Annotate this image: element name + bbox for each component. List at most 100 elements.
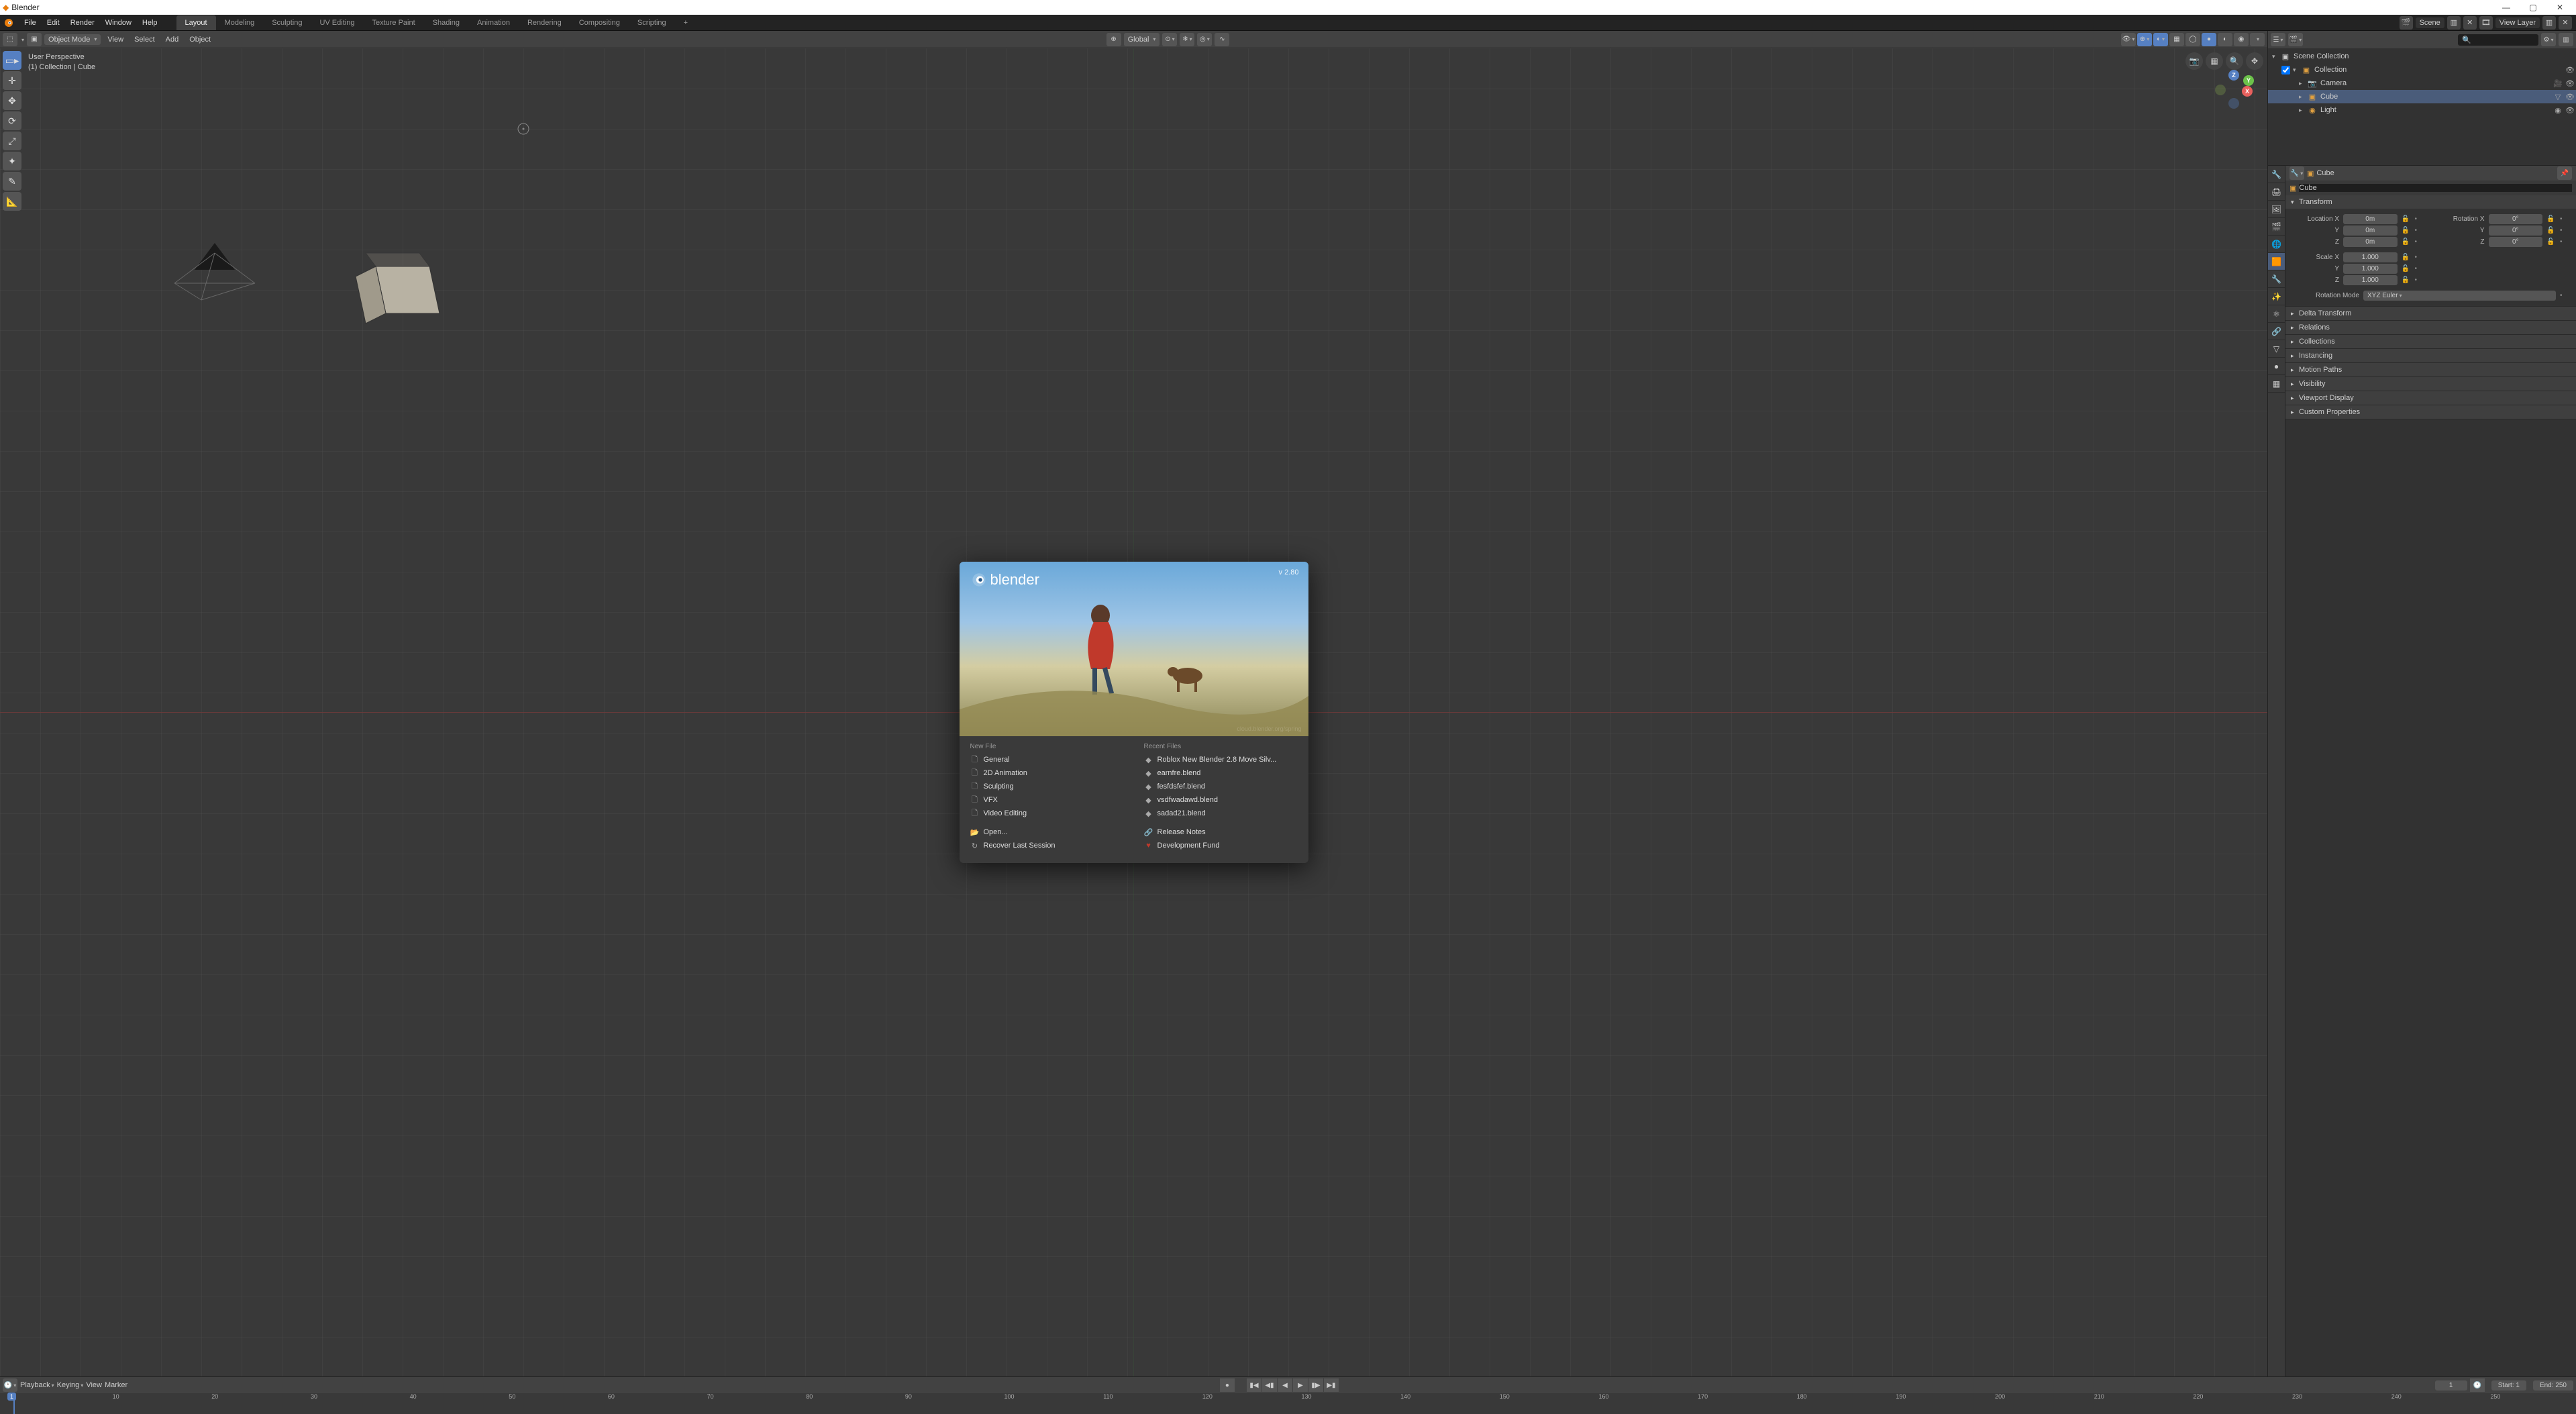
shading-matpreview-icon[interactable]: ◐ <box>2218 33 2232 46</box>
axis-z[interactable]: Z <box>2228 70 2239 81</box>
editor-type-chevron-icon[interactable] <box>20 36 24 44</box>
menu-render[interactable]: Render <box>65 16 100 30</box>
axis-neg-z[interactable] <box>2228 98 2239 109</box>
snap-icon[interactable]: ❄ <box>1180 33 1194 46</box>
playhead[interactable]: 1 <box>13 1393 15 1414</box>
tab-viewlayer[interactable]: 🖼 <box>2268 201 2285 218</box>
outliner-editor-icon[interactable]: ☰ <box>2271 33 2285 46</box>
start-frame-field[interactable]: Start: 1 <box>2491 1380 2526 1391</box>
blender-logo-icon[interactable] <box>3 17 15 29</box>
play-reverse-icon[interactable]: ◀ <box>1278 1378 1292 1392</box>
scene-browse-icon[interactable]: 🎬 <box>2400 16 2413 30</box>
timeline-editor-icon[interactable]: 🕐 <box>3 1378 17 1392</box>
disclosure-icon[interactable]: ▸ <box>2299 107 2307 114</box>
splash-recover[interactable]: ↻Recover Last Session <box>970 839 1124 852</box>
data-icon[interactable]: ▽ <box>2552 93 2564 101</box>
menu-window[interactable]: Window <box>100 16 137 30</box>
menu-help[interactable]: Help <box>137 16 163 30</box>
xray-icon[interactable]: ▦ <box>2169 33 2184 46</box>
panel-relations[interactable]: ▸Relations <box>2285 321 2576 334</box>
splash-new-sculpt[interactable]: 🗋Sculpting <box>970 780 1124 793</box>
workspace-uv[interactable]: UV Editing <box>311 15 363 30</box>
panel-viewport[interactable]: ▸Viewport Display <box>2285 391 2576 405</box>
outliner-item-cube[interactable]: ▸ ▣ Cube ▽ 👁 <box>2268 90 2576 103</box>
lock-icon[interactable]: 🔓 <box>2402 265 2411 272</box>
visibility-icon[interactable]: 👁 <box>2564 66 2576 74</box>
panel-custom[interactable]: ▸Custom Properties <box>2285 405 2576 419</box>
pin-icon[interactable]: 📌 <box>2557 166 2572 180</box>
splash-new-vfx[interactable]: 🗋VFX <box>970 793 1124 807</box>
workspace-shading[interactable]: Shading <box>424 15 468 30</box>
viewlayer-new-icon[interactable]: ▥ <box>2542 16 2556 30</box>
vp-menu-add[interactable]: Add <box>162 34 183 45</box>
tab-material[interactable]: ● <box>2268 358 2285 375</box>
panel-delta[interactable]: ▸Delta Transform <box>2285 307 2576 320</box>
jump-end-icon[interactable]: ▶▮ <box>1324 1378 1339 1392</box>
lock-icon[interactable]: 🔓 <box>2402 227 2411 234</box>
workspace-scripting[interactable]: Scripting <box>629 15 675 30</box>
tool-rotate[interactable]: ⟳ <box>3 111 21 130</box>
editor-type-icon[interactable]: ⬚ <box>3 33 17 46</box>
menu-file[interactable]: File <box>19 16 42 30</box>
tool-scale[interactable]: ⤢ <box>3 132 21 150</box>
splash-new-general[interactable]: 🗋General <box>970 753 1124 766</box>
menu-edit[interactable]: Edit <box>42 16 65 30</box>
visibility-icon[interactable]: 👁 <box>2564 79 2576 88</box>
mode-icon[interactable]: ▣ <box>27 33 42 46</box>
lock-icon[interactable]: 🔓 <box>2546 227 2556 234</box>
tab-world[interactable]: 🌐 <box>2268 236 2285 253</box>
splash-open[interactable]: 📂Open... <box>970 825 1124 839</box>
tl-menu-keying[interactable]: Keying <box>57 1381 84 1389</box>
properties-editor-icon[interactable]: 🔧 <box>2289 166 2304 180</box>
tab-particles[interactable]: ✨ <box>2268 288 2285 305</box>
orientation-icon[interactable]: ⊕ <box>1106 33 1121 46</box>
scale-z[interactable]: 1.000 <box>2343 275 2398 285</box>
camera-view-icon[interactable]: 📷 <box>2185 52 2203 70</box>
axis-y[interactable]: Y <box>2243 75 2254 86</box>
outliner-filter-icon[interactable]: ⚙ <box>2541 33 2556 46</box>
perspective-toggle-icon[interactable]: ▦ <box>2206 52 2223 70</box>
tool-measure[interactable]: 📐 <box>3 192 21 211</box>
workspace-sculpting[interactable]: Sculpting <box>263 15 311 30</box>
end-frame-field[interactable]: End: 250 <box>2533 1380 2573 1391</box>
object-name-field[interactable]: Cube <box>2299 184 2572 192</box>
data-icon[interactable]: 🎥 <box>2552 79 2564 88</box>
tab-data[interactable]: ▽ <box>2268 340 2285 358</box>
scale-y[interactable]: 1.000 <box>2343 264 2398 274</box>
workspace-layout[interactable]: Layout <box>176 15 216 30</box>
workspace-modeling[interactable]: Modeling <box>216 15 264 30</box>
close-button[interactable]: ✕ <box>2546 3 2573 12</box>
splash-release-notes[interactable]: 🔗Release Notes <box>1144 825 1298 839</box>
workspace-add[interactable]: + <box>675 15 697 30</box>
outliner-scene-collection[interactable]: ▾ ▣ Scene Collection <box>2268 50 2576 63</box>
data-icon[interactable]: ◉ <box>2552 106 2564 115</box>
current-frame-field[interactable]: 1 <box>2435 1380 2467 1391</box>
tl-menu-playback[interactable]: Playback <box>20 1381 54 1389</box>
panel-transform-header[interactable]: ▾ Transform <box>2285 195 2576 209</box>
mode-dropdown[interactable]: Object Mode <box>44 34 101 45</box>
outliner-new-collection-icon[interactable]: ▥ <box>2559 33 2573 46</box>
tab-modifier[interactable]: 🔧 <box>2268 270 2285 288</box>
panel-collections[interactable]: ▸Collections <box>2285 335 2576 348</box>
panel-motion[interactable]: ▸Motion Paths <box>2285 363 2576 376</box>
navigation-gizmo[interactable]: X Y Z <box>2214 75 2254 115</box>
overlay-toggle-icon[interactable]: ◐ <box>2153 33 2168 46</box>
axis-neg-y[interactable] <box>2215 85 2226 95</box>
lock-icon[interactable]: 🔓 <box>2402 238 2411 246</box>
splash-recent-3[interactable]: ◆vsdfwadawd.blend <box>1144 793 1298 807</box>
preview-range-icon[interactable]: 🕐 <box>2470 1378 2485 1392</box>
panel-instancing[interactable]: ▸Instancing <box>2285 349 2576 362</box>
visibility-icon[interactable]: 👁 <box>2564 93 2576 101</box>
panel-visibility[interactable]: ▸Visibility <box>2285 377 2576 391</box>
maximize-button[interactable]: ▢ <box>2520 3 2546 12</box>
lock-icon[interactable]: 🔓 <box>2546 238 2556 246</box>
tool-move[interactable]: ✥ <box>3 91 21 110</box>
pan-icon[interactable]: ✥ <box>2246 52 2263 70</box>
tool-annotate[interactable]: ✎ <box>3 172 21 191</box>
rotation-x[interactable]: 0° <box>2489 214 2543 224</box>
shading-wire-icon[interactable]: ◯ <box>2185 33 2200 46</box>
workspace-compositing[interactable]: Compositing <box>570 15 629 30</box>
proportional-curve-icon[interactable]: ∿ <box>1215 33 1229 46</box>
disclosure-icon[interactable]: ▾ <box>2272 53 2280 60</box>
disclosure-icon[interactable]: ▾ <box>2293 66 2301 74</box>
